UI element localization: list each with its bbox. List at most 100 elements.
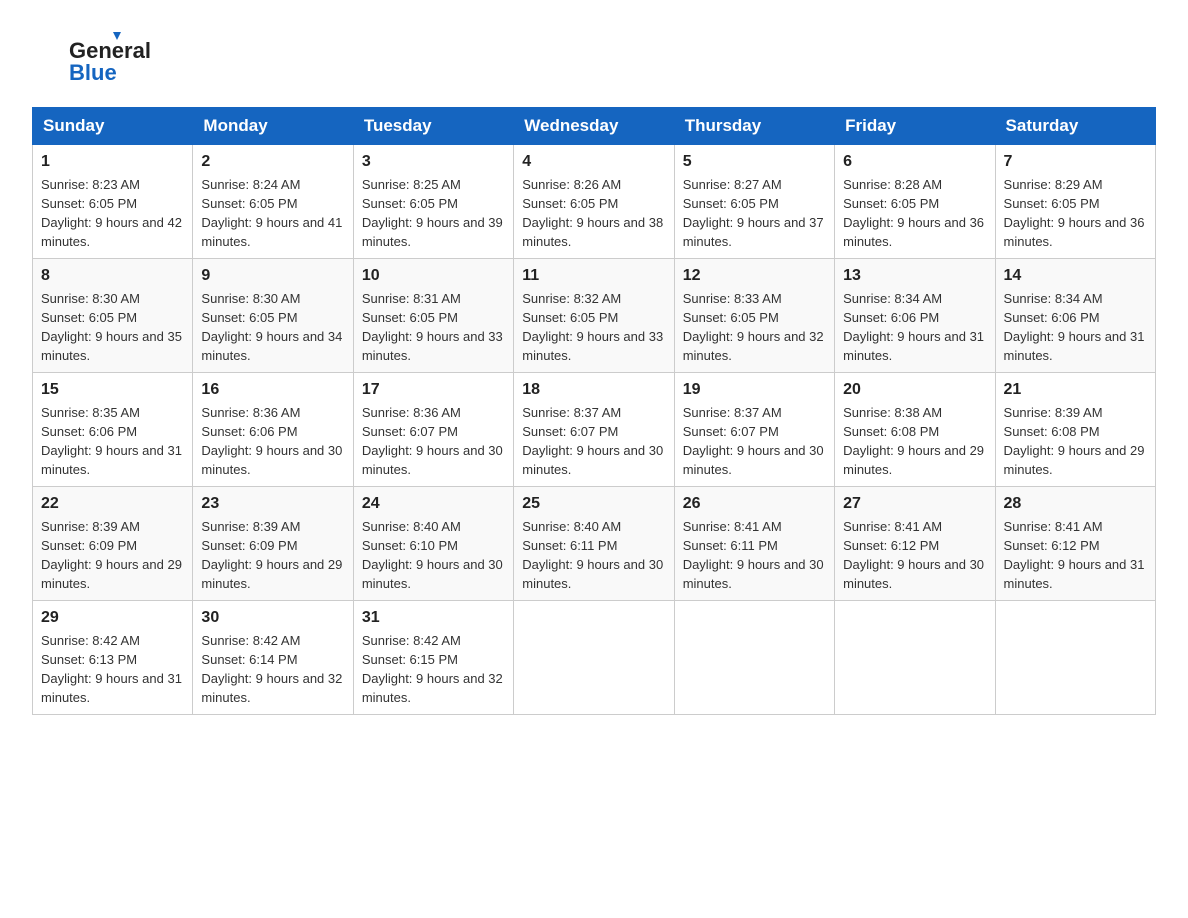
calendar-cell: 13 Sunrise: 8:34 AMSunset: 6:06 PMDaylig… bbox=[835, 258, 995, 372]
calendar-week-row: 22 Sunrise: 8:39 AMSunset: 6:09 PMDaylig… bbox=[33, 486, 1156, 600]
calendar-cell: 21 Sunrise: 8:39 AMSunset: 6:08 PMDaylig… bbox=[995, 372, 1155, 486]
day-number: 7 bbox=[1004, 151, 1147, 173]
day-number: 14 bbox=[1004, 265, 1147, 287]
day-number: 15 bbox=[41, 379, 184, 401]
calendar-cell: 9 Sunrise: 8:30 AMSunset: 6:05 PMDayligh… bbox=[193, 258, 353, 372]
day-number: 23 bbox=[201, 493, 344, 515]
day-info: Sunrise: 8:40 AMSunset: 6:11 PMDaylight:… bbox=[522, 519, 663, 591]
calendar-cell: 29 Sunrise: 8:42 AMSunset: 6:13 PMDaylig… bbox=[33, 600, 193, 714]
day-number: 27 bbox=[843, 493, 986, 515]
day-number: 11 bbox=[522, 265, 665, 287]
calendar-cell: 5 Sunrise: 8:27 AMSunset: 6:05 PMDayligh… bbox=[674, 145, 834, 259]
day-info: Sunrise: 8:37 AMSunset: 6:07 PMDaylight:… bbox=[683, 405, 824, 477]
calendar-cell: 30 Sunrise: 8:42 AMSunset: 6:14 PMDaylig… bbox=[193, 600, 353, 714]
day-number: 3 bbox=[362, 151, 505, 173]
calendar-table: SundayMondayTuesdayWednesdayThursdayFrid… bbox=[32, 107, 1156, 715]
day-number: 12 bbox=[683, 265, 826, 287]
calendar-header-row: SundayMondayTuesdayWednesdayThursdayFrid… bbox=[33, 108, 1156, 145]
calendar-cell: 16 Sunrise: 8:36 AMSunset: 6:06 PMDaylig… bbox=[193, 372, 353, 486]
column-header-tuesday: Tuesday bbox=[353, 108, 513, 145]
calendar-cell: 7 Sunrise: 8:29 AMSunset: 6:05 PMDayligh… bbox=[995, 145, 1155, 259]
day-info: Sunrise: 8:39 AMSunset: 6:09 PMDaylight:… bbox=[41, 519, 182, 591]
column-header-monday: Monday bbox=[193, 108, 353, 145]
day-number: 30 bbox=[201, 607, 344, 629]
day-number: 13 bbox=[843, 265, 986, 287]
calendar-cell: 20 Sunrise: 8:38 AMSunset: 6:08 PMDaylig… bbox=[835, 372, 995, 486]
day-info: Sunrise: 8:41 AMSunset: 6:12 PMDaylight:… bbox=[1004, 519, 1145, 591]
day-number: 26 bbox=[683, 493, 826, 515]
day-number: 4 bbox=[522, 151, 665, 173]
day-number: 31 bbox=[362, 607, 505, 629]
day-number: 18 bbox=[522, 379, 665, 401]
day-info: Sunrise: 8:25 AMSunset: 6:05 PMDaylight:… bbox=[362, 177, 503, 249]
calendar-cell: 28 Sunrise: 8:41 AMSunset: 6:12 PMDaylig… bbox=[995, 486, 1155, 600]
day-number: 21 bbox=[1004, 379, 1147, 401]
column-header-friday: Friday bbox=[835, 108, 995, 145]
day-number: 24 bbox=[362, 493, 505, 515]
day-info: Sunrise: 8:27 AMSunset: 6:05 PMDaylight:… bbox=[683, 177, 824, 249]
day-number: 8 bbox=[41, 265, 184, 287]
calendar-week-row: 15 Sunrise: 8:35 AMSunset: 6:06 PMDaylig… bbox=[33, 372, 1156, 486]
calendar-cell: 18 Sunrise: 8:37 AMSunset: 6:07 PMDaylig… bbox=[514, 372, 674, 486]
day-info: Sunrise: 8:42 AMSunset: 6:13 PMDaylight:… bbox=[41, 633, 182, 705]
logo-icon: General Blue bbox=[32, 24, 162, 84]
day-number: 25 bbox=[522, 493, 665, 515]
calendar-cell: 26 Sunrise: 8:41 AMSunset: 6:11 PMDaylig… bbox=[674, 486, 834, 600]
calendar-cell: 10 Sunrise: 8:31 AMSunset: 6:05 PMDaylig… bbox=[353, 258, 513, 372]
day-number: 20 bbox=[843, 379, 986, 401]
day-number: 16 bbox=[201, 379, 344, 401]
calendar-cell: 1 Sunrise: 8:23 AMSunset: 6:05 PMDayligh… bbox=[33, 145, 193, 259]
column-header-saturday: Saturday bbox=[995, 108, 1155, 145]
day-number: 5 bbox=[683, 151, 826, 173]
day-info: Sunrise: 8:24 AMSunset: 6:05 PMDaylight:… bbox=[201, 177, 342, 249]
calendar-cell bbox=[514, 600, 674, 714]
day-info: Sunrise: 8:31 AMSunset: 6:05 PMDaylight:… bbox=[362, 291, 503, 363]
calendar-week-row: 29 Sunrise: 8:42 AMSunset: 6:13 PMDaylig… bbox=[33, 600, 1156, 714]
calendar-cell: 24 Sunrise: 8:40 AMSunset: 6:10 PMDaylig… bbox=[353, 486, 513, 600]
calendar-cell: 15 Sunrise: 8:35 AMSunset: 6:06 PMDaylig… bbox=[33, 372, 193, 486]
day-info: Sunrise: 8:38 AMSunset: 6:08 PMDaylight:… bbox=[843, 405, 984, 477]
calendar-cell: 19 Sunrise: 8:37 AMSunset: 6:07 PMDaylig… bbox=[674, 372, 834, 486]
day-number: 10 bbox=[362, 265, 505, 287]
day-info: Sunrise: 8:42 AMSunset: 6:15 PMDaylight:… bbox=[362, 633, 503, 705]
day-info: Sunrise: 8:33 AMSunset: 6:05 PMDaylight:… bbox=[683, 291, 824, 363]
day-info: Sunrise: 8:34 AMSunset: 6:06 PMDaylight:… bbox=[1004, 291, 1145, 363]
calendar-cell: 8 Sunrise: 8:30 AMSunset: 6:05 PMDayligh… bbox=[33, 258, 193, 372]
calendar-cell: 14 Sunrise: 8:34 AMSunset: 6:06 PMDaylig… bbox=[995, 258, 1155, 372]
day-info: Sunrise: 8:30 AMSunset: 6:05 PMDaylight:… bbox=[201, 291, 342, 363]
calendar-week-row: 8 Sunrise: 8:30 AMSunset: 6:05 PMDayligh… bbox=[33, 258, 1156, 372]
day-info: Sunrise: 8:36 AMSunset: 6:06 PMDaylight:… bbox=[201, 405, 342, 477]
logo: General Blue bbox=[32, 24, 162, 89]
column-header-wednesday: Wednesday bbox=[514, 108, 674, 145]
calendar-cell: 6 Sunrise: 8:28 AMSunset: 6:05 PMDayligh… bbox=[835, 145, 995, 259]
day-info: Sunrise: 8:40 AMSunset: 6:10 PMDaylight:… bbox=[362, 519, 503, 591]
day-info: Sunrise: 8:39 AMSunset: 6:08 PMDaylight:… bbox=[1004, 405, 1145, 477]
day-info: Sunrise: 8:35 AMSunset: 6:06 PMDaylight:… bbox=[41, 405, 182, 477]
day-info: Sunrise: 8:23 AMSunset: 6:05 PMDaylight:… bbox=[41, 177, 182, 249]
calendar-cell: 22 Sunrise: 8:39 AMSunset: 6:09 PMDaylig… bbox=[33, 486, 193, 600]
day-number: 28 bbox=[1004, 493, 1147, 515]
day-info: Sunrise: 8:36 AMSunset: 6:07 PMDaylight:… bbox=[362, 405, 503, 477]
day-info: Sunrise: 8:37 AMSunset: 6:07 PMDaylight:… bbox=[522, 405, 663, 477]
day-info: Sunrise: 8:29 AMSunset: 6:05 PMDaylight:… bbox=[1004, 177, 1145, 249]
svg-text:Blue: Blue bbox=[69, 60, 117, 84]
calendar-cell: 2 Sunrise: 8:24 AMSunset: 6:05 PMDayligh… bbox=[193, 145, 353, 259]
day-info: Sunrise: 8:34 AMSunset: 6:06 PMDaylight:… bbox=[843, 291, 984, 363]
calendar-cell: 27 Sunrise: 8:41 AMSunset: 6:12 PMDaylig… bbox=[835, 486, 995, 600]
day-info: Sunrise: 8:42 AMSunset: 6:14 PMDaylight:… bbox=[201, 633, 342, 705]
calendar-cell: 25 Sunrise: 8:40 AMSunset: 6:11 PMDaylig… bbox=[514, 486, 674, 600]
day-number: 17 bbox=[362, 379, 505, 401]
calendar-cell bbox=[995, 600, 1155, 714]
calendar-cell: 11 Sunrise: 8:32 AMSunset: 6:05 PMDaylig… bbox=[514, 258, 674, 372]
calendar-week-row: 1 Sunrise: 8:23 AMSunset: 6:05 PMDayligh… bbox=[33, 145, 1156, 259]
calendar-cell bbox=[835, 600, 995, 714]
calendar-cell: 17 Sunrise: 8:36 AMSunset: 6:07 PMDaylig… bbox=[353, 372, 513, 486]
day-number: 19 bbox=[683, 379, 826, 401]
page-header: General Blue bbox=[32, 24, 1156, 89]
calendar-cell: 23 Sunrise: 8:39 AMSunset: 6:09 PMDaylig… bbox=[193, 486, 353, 600]
calendar-cell: 3 Sunrise: 8:25 AMSunset: 6:05 PMDayligh… bbox=[353, 145, 513, 259]
day-number: 22 bbox=[41, 493, 184, 515]
calendar-cell: 4 Sunrise: 8:26 AMSunset: 6:05 PMDayligh… bbox=[514, 145, 674, 259]
day-info: Sunrise: 8:39 AMSunset: 6:09 PMDaylight:… bbox=[201, 519, 342, 591]
day-number: 29 bbox=[41, 607, 184, 629]
